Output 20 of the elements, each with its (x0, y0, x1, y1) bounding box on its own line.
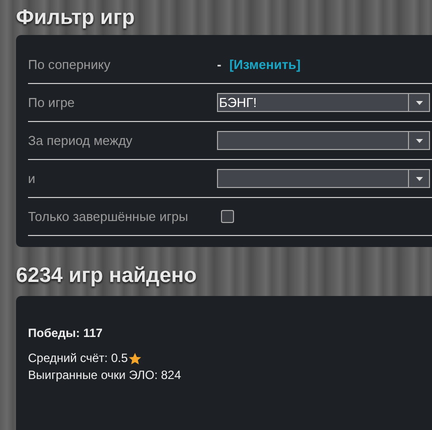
filter-label: За период между (28, 133, 134, 148)
filter-label: Только завершённые игры (28, 209, 190, 224)
dropdown-select[interactable] (217, 131, 430, 150)
caret-icon (416, 176, 422, 180)
caret-icon (416, 138, 422, 142)
filter-title: Фильтр игр (16, 5, 136, 31)
dropdown-select[interactable]: БЭНГ! (217, 93, 430, 112)
star-icon (128, 352, 142, 366)
average-score-text: Средний счёт: 0.5 (28, 350, 128, 367)
wins-text: Победы: 117 (28, 326, 104, 340)
dropdown-select[interactable] (217, 169, 430, 188)
opponent-value: - (217, 57, 222, 72)
checkbox[interactable] (221, 210, 234, 223)
elo-text: Выигранные очки ЭЛО: 824 (28, 367, 182, 384)
filter-label: и (28, 171, 36, 186)
caret-icon (416, 100, 422, 104)
change-link[interactable]: [Изменить] (229, 57, 301, 72)
filter-label: По игре (28, 95, 76, 110)
filter-label: По сопернику (28, 57, 112, 72)
results-title: 6234 игр найдено (16, 263, 198, 289)
